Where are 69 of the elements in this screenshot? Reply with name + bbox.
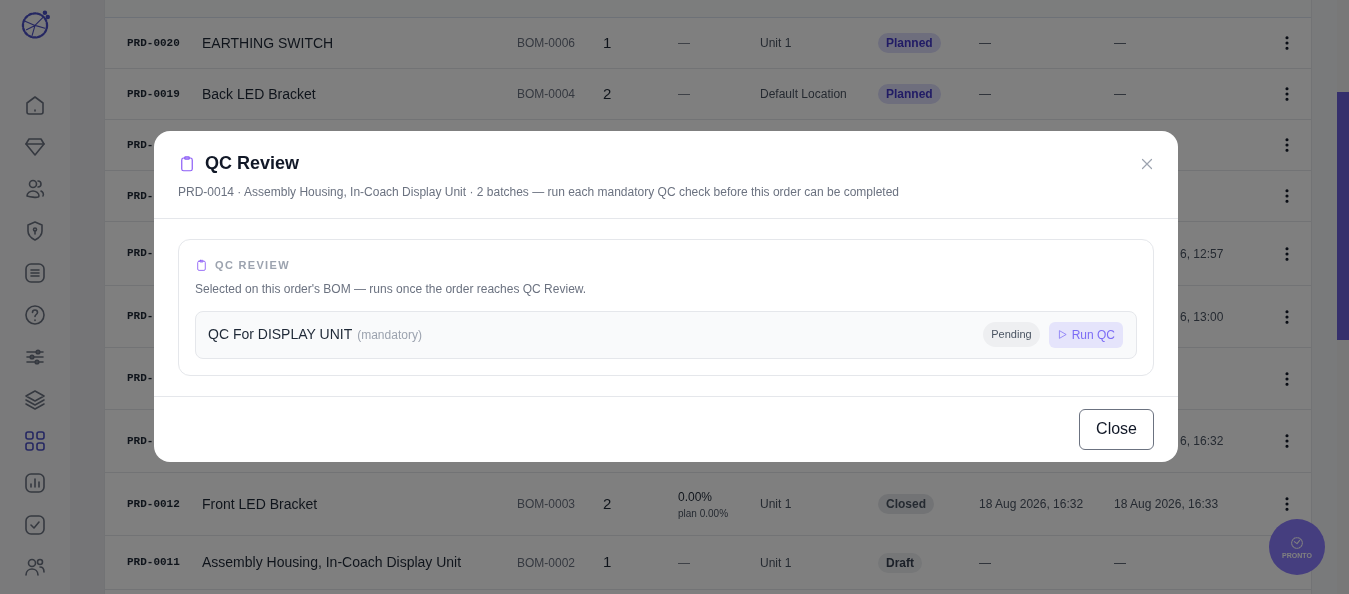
run-qc-button[interactable]: Run QC bbox=[1048, 321, 1123, 348]
help-icon[interactable] bbox=[23, 303, 47, 327]
order-id: PRD- bbox=[127, 246, 154, 262]
yield-value: — bbox=[678, 35, 690, 52]
bom-code: BOM-0004 bbox=[517, 86, 576, 103]
end-date: — bbox=[1114, 35, 1126, 52]
yield-value: 0.00% bbox=[678, 488, 713, 506]
layers-icon[interactable] bbox=[23, 387, 47, 411]
order-id: PRD-0020 bbox=[127, 35, 180, 51]
location: Unit 1 bbox=[760, 496, 792, 513]
dialog-subtitle: PRD-0014 · Assembly Housing, In-Coach Display Unit · 2 batches — run each mandatory QC check before this order can be completed bbox=[178, 184, 900, 201]
list-icon[interactable] bbox=[23, 261, 47, 285]
play-icon bbox=[1056, 329, 1068, 340]
end-date: 6, 13:00 bbox=[1180, 308, 1224, 326]
order-id: PRD- bbox=[127, 137, 154, 153]
status-badge: Pending bbox=[983, 322, 1040, 347]
order-id: PRD-0019 bbox=[127, 86, 180, 102]
quantity: 2 bbox=[603, 83, 612, 104]
product-name: Back LED Bracket bbox=[202, 84, 316, 104]
status-badge: Planned bbox=[878, 33, 941, 53]
quantity: 2 bbox=[603, 493, 612, 514]
end-date: — bbox=[1114, 554, 1126, 572]
product-name: Assembly Housing, In-Coach Display Unit bbox=[202, 553, 462, 572]
close-dialog-button[interactable]: Close bbox=[1079, 408, 1154, 450]
users-icon[interactable] bbox=[23, 177, 47, 201]
status-badge: Draft bbox=[878, 552, 922, 573]
end-date: 6, 12:57 bbox=[1180, 245, 1224, 263]
clipboard-icon bbox=[178, 154, 196, 173]
order-id: PRD-0012 bbox=[127, 496, 180, 512]
dialog-title: QC Review bbox=[205, 152, 300, 175]
yield-value: — bbox=[678, 554, 690, 572]
order-id: PRD- bbox=[127, 433, 154, 449]
check-note: (mandatory) bbox=[357, 327, 422, 344]
bom-code: BOM-0002 bbox=[517, 554, 576, 572]
globe-icon bbox=[1289, 535, 1305, 551]
start-date: — bbox=[979, 86, 991, 103]
order-id: PRD- bbox=[127, 309, 154, 325]
start-date: 18 Aug 2026, 16:32 bbox=[979, 496, 1084, 513]
location: Unit 1 bbox=[760, 554, 792, 572]
nodes-icon[interactable] bbox=[23, 429, 47, 453]
checkbox-icon[interactable] bbox=[23, 513, 47, 537]
chart-icon[interactable] bbox=[23, 471, 47, 495]
order-id: PRD- bbox=[127, 371, 154, 387]
scrollbar-thumb[interactable] bbox=[1337, 92, 1349, 340]
order-id: PRD-0011 bbox=[127, 555, 180, 571]
start-date: — bbox=[979, 554, 991, 572]
gem-icon[interactable] bbox=[23, 135, 47, 159]
end-date: — bbox=[1114, 86, 1126, 103]
status-badge: Planned bbox=[878, 84, 941, 104]
bom-code: BOM-0003 bbox=[517, 496, 576, 513]
start-date: — bbox=[979, 35, 991, 52]
order-id: PRD- bbox=[127, 188, 154, 204]
end-date: 18 Aug 2026, 16:33 bbox=[1114, 496, 1219, 513]
product-name: Front LED Bracket bbox=[202, 494, 318, 514]
home-icon[interactable] bbox=[23, 93, 47, 117]
yield-value: — bbox=[678, 86, 690, 103]
section-description: Selected on this order's BOM — runs once the order reaches QC Review. bbox=[195, 280, 588, 298]
location: Default Location bbox=[760, 86, 847, 103]
clipboard-icon bbox=[195, 258, 208, 272]
status-badge: Closed bbox=[878, 494, 934, 514]
check-name: QC For DISPLAY UNIT bbox=[208, 325, 353, 344]
end-date: 6, 16:32 bbox=[1180, 433, 1224, 450]
yield-plan: plan 0.00% bbox=[678, 506, 729, 521]
section-heading: QC REVIEW bbox=[215, 258, 290, 273]
quantity: 1 bbox=[603, 32, 612, 53]
bom-code: BOM-0006 bbox=[517, 35, 576, 52]
location: Unit 1 bbox=[760, 35, 792, 52]
quantity: 1 bbox=[603, 552, 612, 573]
product-name: EARTHING SWITCH bbox=[202, 33, 334, 53]
